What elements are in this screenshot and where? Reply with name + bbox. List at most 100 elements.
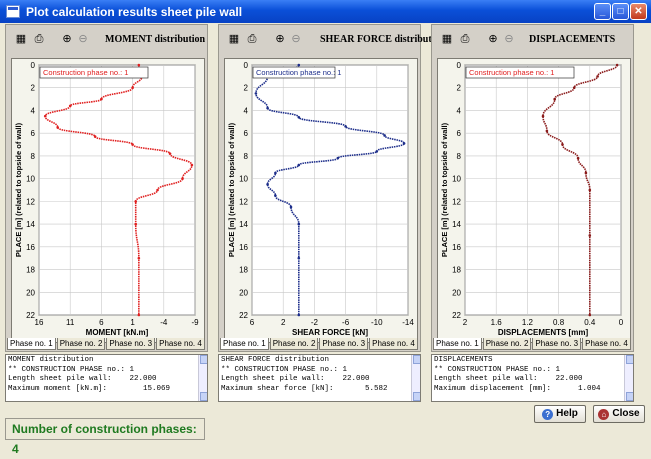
results-scrollbar[interactable] bbox=[624, 355, 633, 401]
results-textbox[interactable]: DISPLACEMENTS ** CONSTRUCTION PHASE no.:… bbox=[431, 354, 634, 402]
plot-background bbox=[251, 64, 409, 316]
tab-phase-1[interactable]: Phase no. 1 bbox=[7, 338, 56, 350]
tab-phase-1[interactable]: Phase no. 1 bbox=[433, 338, 482, 350]
tab-phase-2[interactable]: Phase no. 2 bbox=[482, 338, 532, 350]
y-tick-label: 6 bbox=[244, 129, 249, 138]
y-tick-label: 14 bbox=[239, 220, 248, 229]
x-tick-label: 0.4 bbox=[584, 318, 596, 327]
data-point bbox=[274, 194, 277, 197]
status-construction-phases: Number of construction phases: 4 bbox=[5, 418, 205, 456]
data-point bbox=[615, 63, 619, 67]
y-tick-label: 8 bbox=[31, 152, 36, 161]
help-button[interactable]: ? Help bbox=[534, 405, 586, 423]
print-icon[interactable]: ⎙ bbox=[31, 31, 47, 47]
data-point bbox=[274, 171, 277, 175]
maximize-button[interactable]: □ bbox=[612, 3, 629, 20]
results-text: SHEAR FORCE distribution ** CONSTRUCTION… bbox=[221, 356, 388, 393]
results-textbox[interactable]: MOMENT distribution ** CONSTRUCTION PHAS… bbox=[5, 354, 208, 402]
data-point bbox=[572, 86, 576, 90]
data-point bbox=[336, 156, 340, 160]
help-icon: ? bbox=[542, 409, 554, 420]
x-axis-label: MOMENT [kN.m] bbox=[86, 328, 149, 337]
data-point bbox=[402, 142, 406, 145]
y-tick-label: 10 bbox=[452, 175, 461, 184]
tab-phase-3[interactable]: Phase no. 3 bbox=[532, 338, 582, 350]
y-tick-label: 4 bbox=[244, 106, 249, 115]
export-icon[interactable]: ▦ bbox=[226, 31, 242, 47]
data-point bbox=[297, 163, 301, 167]
chart-panel-2: ▦ ⎙ ⊕ ⊖ SHEAR FORCE distribution 0 2 4 6 8 10… bbox=[218, 24, 445, 352]
y-tick-label: 20 bbox=[239, 288, 248, 297]
print-icon[interactable]: ⎙ bbox=[244, 31, 260, 47]
zoom-out-icon[interactable]: ⊖ bbox=[501, 31, 517, 47]
tab-phase-4[interactable]: Phase no. 4 bbox=[369, 338, 418, 350]
zoom-in-icon[interactable]: ⊕ bbox=[272, 31, 288, 47]
chart-toolbar: ▦ ⎙ ⊕ ⊖ DISPLACEMENTS bbox=[435, 28, 630, 52]
data-point bbox=[383, 134, 386, 137]
y-tick-label: 16 bbox=[239, 243, 248, 252]
zoom-out-icon[interactable]: ⊖ bbox=[288, 31, 304, 47]
print-icon[interactable]: ⎙ bbox=[457, 31, 473, 47]
data-point bbox=[134, 222, 138, 226]
data-point bbox=[541, 114, 545, 118]
export-icon[interactable]: ▦ bbox=[13, 31, 29, 47]
chart-svg: 02468101214161820222 1.6 1.2 0.8 0.4 0DISPLAC… bbox=[440, 61, 624, 337]
y-tick-label: 0 bbox=[244, 61, 249, 70]
tab-phase-4[interactable]: Phase no. 4 bbox=[156, 338, 205, 350]
chart-svg: 02468101214161820226 2 -2 -6 -10 -14SHEAR FOR… bbox=[227, 61, 414, 337]
y-tick-label: 16 bbox=[26, 243, 35, 252]
y-tick-label: 20 bbox=[26, 288, 35, 297]
data-point bbox=[134, 200, 138, 203]
tab-phase-2[interactable]: Phase no. 2 bbox=[269, 338, 319, 350]
data-point bbox=[344, 125, 347, 128]
y-tick-label: 22 bbox=[452, 311, 461, 320]
plot-background bbox=[464, 64, 622, 316]
results-scrollbar[interactable] bbox=[198, 355, 207, 401]
tab-phase-1[interactable]: Phase no. 1 bbox=[220, 338, 269, 350]
tab-phase-4[interactable]: Phase no. 4 bbox=[582, 338, 631, 350]
chart-panel-title: MOMENT distribution bbox=[105, 34, 206, 45]
export-icon[interactable]: ▦ bbox=[439, 31, 455, 47]
y-tick-label: 10 bbox=[239, 175, 248, 184]
x-tick-label: -6 bbox=[342, 318, 350, 327]
chart-panel-title: DISPLACEMENTS bbox=[529, 34, 616, 45]
chart-plot-area: 0 2 4 6 8 10 12 14 16 18 20 22 6 2 -2 -6 -10 -14 SHEAR FOR… bbox=[224, 58, 418, 343]
y-tick-label: 8 bbox=[457, 152, 462, 161]
x-tick-label: 1.2 bbox=[522, 318, 534, 327]
x-tick-label: 0.8 bbox=[553, 318, 565, 327]
app-icon bbox=[6, 5, 20, 18]
data-point bbox=[297, 256, 301, 260]
y-tick-label: 18 bbox=[26, 266, 35, 275]
data-point bbox=[181, 177, 184, 180]
zoom-out-icon[interactable]: ⊖ bbox=[75, 31, 91, 47]
results-scrollbar[interactable] bbox=[411, 355, 420, 401]
y-axis-label: PLACE [m] (related to topside of wall) bbox=[14, 122, 23, 257]
chart-toolbar: ▦ ⎙ ⊕ ⊖ MOMENT distribution bbox=[9, 28, 206, 52]
results-text: DISPLACEMENTS ** CONSTRUCTION PHASE no.:… bbox=[434, 356, 601, 393]
minimize-button[interactable]: _ bbox=[594, 3, 611, 20]
x-tick-label: 16 bbox=[35, 318, 44, 327]
data-point bbox=[561, 143, 564, 146]
tab-phase-2[interactable]: Phase no. 2 bbox=[56, 338, 106, 350]
zoom-in-icon[interactable]: ⊕ bbox=[485, 31, 501, 47]
y-axis-label: PLACE [m] (related to topside of wall) bbox=[227, 122, 236, 257]
x-tick-label: -2 bbox=[311, 318, 319, 327]
data-point bbox=[576, 156, 580, 160]
chart-plot-area: 0 2 4 6 8 10 12 14 16 18 20 22 2 1.6 1.2 0.8 0.4 0 DISPLAC… bbox=[437, 58, 631, 343]
y-tick-label: 2 bbox=[31, 84, 36, 93]
data-point bbox=[266, 106, 269, 110]
tab-phase-3[interactable]: Phase no. 3 bbox=[106, 338, 156, 350]
close-button[interactable]: ⌂ Close bbox=[593, 405, 645, 423]
zoom-in-icon[interactable]: ⊕ bbox=[59, 31, 75, 47]
y-tick-label: 12 bbox=[26, 197, 35, 206]
close-window-button[interactable]: ✕ bbox=[630, 3, 647, 20]
x-tick-label: 6 bbox=[99, 318, 104, 327]
data-point bbox=[596, 75, 599, 78]
tab-phase-3[interactable]: Phase no. 3 bbox=[319, 338, 369, 350]
y-tick-label: 22 bbox=[239, 311, 248, 320]
chart-panel-3: ▦ ⎙ ⊕ ⊖ DISPLACEMENTS 0 2 4 6 8 10 12 14 16 18 20 2… bbox=[431, 24, 634, 352]
results-textbox[interactable]: SHEAR FORCE distribution ** CONSTRUCTION… bbox=[218, 354, 421, 402]
y-tick-label: 6 bbox=[457, 129, 462, 138]
door-icon: ⌂ bbox=[598, 409, 610, 420]
x-tick-label: 1.6 bbox=[491, 318, 503, 327]
